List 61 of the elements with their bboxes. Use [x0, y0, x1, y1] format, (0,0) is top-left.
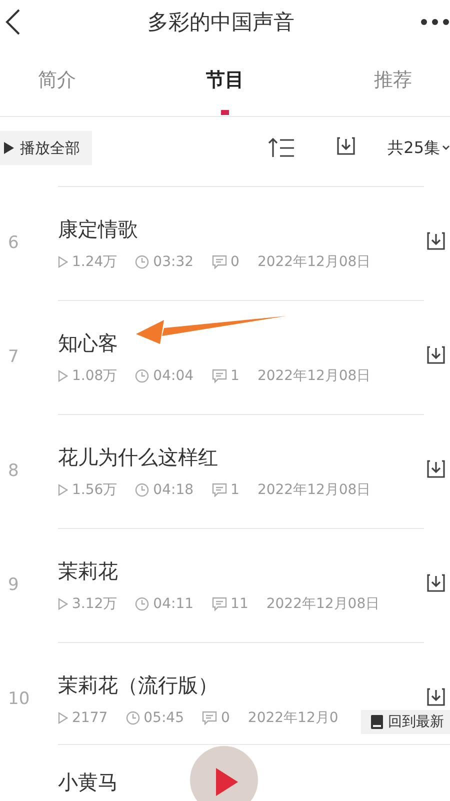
tab[interactable]: 推荐 [374, 44, 412, 116]
mini-player-drawing[interactable] [190, 746, 258, 801]
comment-icon [212, 369, 227, 383]
play-count: 1.08万 [72, 367, 118, 385]
comment-count: 0 [230, 254, 240, 270]
episode-count[interactable]: 共25集 [388, 138, 440, 158]
episode-title[interactable]: 茉莉花 [58, 558, 424, 585]
clock-icon [126, 711, 140, 725]
publish-date: 2022年12月08日 [257, 481, 371, 499]
episode-title[interactable]: 康定情歌 [58, 216, 424, 243]
comment-count: 0 [221, 710, 230, 726]
more-icon[interactable] [420, 18, 450, 26]
publish-date: 2022年12月0 [248, 709, 338, 727]
episode-number: 6 [7, 233, 20, 253]
play-count-icon [58, 712, 68, 724]
back-icon[interactable] [4, 8, 22, 36]
clock-icon [135, 369, 150, 383]
comment-icon [202, 711, 217, 725]
comment-count: 1 [230, 482, 240, 498]
page-title: 多彩的中国声音 [148, 9, 294, 36]
comment-icon [212, 483, 227, 497]
clock-icon [135, 255, 150, 269]
play-count-icon [58, 370, 68, 382]
tab[interactable]: 简介 [38, 44, 76, 116]
comment-icon [212, 255, 227, 269]
play-count: 1.24万 [72, 253, 118, 271]
back-to-latest-button[interactable]: 回到最新 [361, 710, 450, 734]
duration: 03:32 [153, 254, 194, 270]
episode-title[interactable]: 知心客 [58, 330, 424, 357]
clock-icon [135, 483, 150, 497]
duration: 05:45 [144, 710, 184, 726]
tab-indicator [221, 110, 229, 115]
play-count-icon [58, 598, 68, 610]
episode-number: 8 [7, 461, 20, 481]
duration: 04:18 [153, 482, 194, 498]
play-count-icon [58, 256, 68, 268]
clock-icon [135, 597, 150, 611]
tab[interactable]: 节目 [206, 44, 244, 116]
comment-count: 1 [230, 368, 240, 384]
duration: 04:11 [153, 596, 194, 612]
play-icon [4, 142, 14, 154]
episode-title[interactable]: 茉莉花（流行版） [58, 672, 424, 699]
episode-number: 9 [7, 575, 20, 595]
document-icon [371, 715, 383, 729]
comment-count: 11 [230, 596, 248, 612]
play-all-button[interactable]: 播放全部 [0, 131, 92, 165]
play-count: 3.12万 [72, 595, 118, 613]
sort-icon[interactable] [268, 136, 296, 160]
episode-number: 7 [7, 347, 20, 367]
comment-icon [212, 597, 227, 611]
publish-date: 2022年12月08日 [257, 253, 371, 271]
play-count: 2177 [72, 710, 108, 726]
duration: 04:04 [153, 368, 194, 384]
publish-date: 2022年12月08日 [257, 367, 371, 385]
play-count-icon [58, 484, 68, 496]
caret-icon[interactable] [442, 145, 450, 151]
episode-title[interactable]: 花儿为什么这样红 [58, 444, 424, 471]
episode-number: 10 [7, 689, 31, 709]
play-count: 1.56万 [72, 481, 118, 499]
publish-date: 2022年12月08日 [266, 595, 380, 613]
episode-title[interactable]: 小黄马 [58, 768, 450, 796]
